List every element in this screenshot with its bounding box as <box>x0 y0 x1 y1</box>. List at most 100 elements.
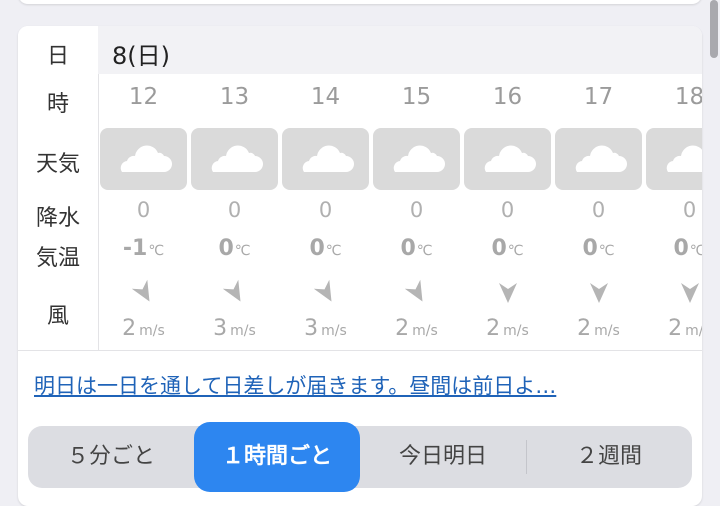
cloud-icon <box>211 145 263 172</box>
wind-direction-icon <box>314 279 332 302</box>
hour-value: 16 <box>492 84 523 110</box>
temp-unit: ℃ <box>598 243 615 259</box>
wind-direction-icon <box>132 279 150 302</box>
precip-label: 降水 <box>35 206 80 231</box>
wind-speed-number: 2 <box>486 316 501 341</box>
temp-number: 0 <box>673 236 689 261</box>
wind-speed-value: 3 m/s <box>280 316 371 341</box>
weather-label: 天気 <box>35 152 80 177</box>
hour-column: 16 0 0℃ 2 m/s <box>462 74 553 350</box>
wind-direction-icon <box>590 283 608 303</box>
wind-speed-value: 2m/s <box>98 316 189 341</box>
date-text: 8(日) <box>112 42 170 70</box>
cloud-icon <box>575 145 627 172</box>
hour-column: 15 0 0℃ 2 m/s <box>371 74 462 350</box>
temp-unit: ℃ <box>148 243 165 259</box>
scrollbar[interactable] <box>710 0 718 58</box>
temp-value: 0℃ <box>462 236 553 261</box>
cloud-icon <box>484 145 536 172</box>
cloud-icon <box>302 145 354 172</box>
temp-value: -1℃ <box>98 236 189 261</box>
cloud-icon <box>120 145 172 172</box>
temp-number: 0 <box>582 236 598 261</box>
wind-speed-unit: m/s <box>230 323 256 339</box>
row-labels: 日 時 天気 降水 気温 風 <box>18 26 99 350</box>
tab-hourly[interactable]: １時間ごと <box>194 422 360 492</box>
wind-speed-value: 2m/s <box>371 316 462 341</box>
hour-value: 14 <box>310 84 341 110</box>
weather-tile <box>100 128 187 190</box>
cloud-icon <box>666 145 702 172</box>
wind-direction-icon <box>405 279 423 302</box>
precip-value: 0 <box>682 198 697 222</box>
hour-value: 12 <box>128 84 159 110</box>
cloud-icon <box>393 145 445 172</box>
temp-number: 0 <box>309 236 325 261</box>
hour-column: 1800℃2m/s <box>644 74 702 350</box>
wind-speed-value: 2m/s <box>462 316 553 341</box>
temp-unit: ℃ <box>234 243 251 259</box>
hour-column: 12 0 -1℃ 2 m/s <box>98 74 189 350</box>
temp-value: 0℃ <box>644 236 702 261</box>
interval-tabs: ５分ごと １時間ごと 今日明日 ２週間 <box>28 422 692 492</box>
wind-speed-value: 3 m/s <box>189 316 280 341</box>
tab-five-min[interactable]: ５分ごと <box>28 426 194 488</box>
temp-label: 気温 <box>35 246 80 271</box>
weather-tile <box>191 128 278 190</box>
wind-speed-unit: m/s <box>685 323 702 339</box>
wind-speed-number: 3 <box>304 316 319 341</box>
precip-value: 0 <box>409 198 424 222</box>
wind-speed-value: 2m/s <box>553 316 644 341</box>
temp-number: 0 <box>218 236 234 261</box>
wind-speed-number: 2 <box>668 316 683 341</box>
precip-value: 0 <box>136 198 151 222</box>
hour-value: 15 <box>401 84 432 110</box>
temp-number: -1 <box>122 236 148 261</box>
divider <box>18 350 702 351</box>
precip-value: 0 <box>500 198 515 222</box>
temp-number: 0 <box>400 236 416 261</box>
hour-column: 13 0 0℃ 3 m/s <box>189 74 280 350</box>
forecast-summary-link[interactable]: 明日は一日を通して日差しが届きます。昼間は前日よ… <box>34 370 694 400</box>
hour-column: 14 0 0℃ 3 m/s <box>280 74 371 350</box>
temp-unit: ℃ <box>507 243 524 259</box>
wind-direction-icon <box>223 279 241 302</box>
weather-tile <box>555 128 642 190</box>
weather-tile <box>282 128 369 190</box>
tab-today-tomorrow[interactable]: 今日明日 <box>360 426 526 488</box>
wind-direction-icon <box>681 283 699 303</box>
temp-unit: ℃ <box>416 243 433 259</box>
tab-two-weeks[interactable]: ２週間 <box>526 426 692 488</box>
hour-value: 18 <box>674 84 702 110</box>
wind-speed-unit: m/s <box>594 323 620 339</box>
temp-number: 0 <box>491 236 507 261</box>
hour-value: 17 <box>583 84 614 110</box>
wind-speed-number: 2 <box>122 316 137 341</box>
previous-card <box>18 0 702 4</box>
precip-value: 0 <box>227 198 242 222</box>
hour-column: 17 0 0℃ 2 m/s <box>553 74 644 350</box>
temp-unit: ℃ <box>325 243 342 259</box>
wind-speed-value: 2m/s <box>644 316 702 341</box>
date-band: 8(日) <box>98 26 702 74</box>
precip-value: 0 <box>591 198 606 222</box>
temp-unit: ℃ <box>689 243 702 259</box>
hour-label: 時 <box>46 92 69 117</box>
wind-speed-unit: m/s <box>321 323 347 339</box>
weather-tile <box>464 128 551 190</box>
temp-value: 0℃ <box>371 236 462 261</box>
wind-speed-unit: m/s <box>139 323 165 339</box>
hour-value: 13 <box>219 84 250 110</box>
wind-label: 風 <box>46 304 69 329</box>
weather-tile <box>646 128 702 190</box>
precip-value: 0 <box>318 198 333 222</box>
temp-value: 0℃ <box>553 236 644 261</box>
wind-speed-number: 2 <box>395 316 410 341</box>
wind-speed-unit: m/s <box>503 323 529 339</box>
wind-direction-icon <box>499 283 517 303</box>
day-label: 日 <box>46 44 69 69</box>
hourly-forecast-card: 日 時 天気 降水 気温 風 8(日) 12 0 -1℃ 2 m/s 13 0 0℃ 3 m/s 1… <box>18 26 702 506</box>
forecast-columns[interactable]: 8(日) 12 0 -1℃ 2 m/s 13 0 0℃ 3 m/s 14 0 0℃ 3 m/s 15 0 0℃ 2 m… <box>98 26 702 350</box>
wind-speed-unit: m/s <box>412 323 438 339</box>
wind-speed-number: 2 <box>577 316 592 341</box>
